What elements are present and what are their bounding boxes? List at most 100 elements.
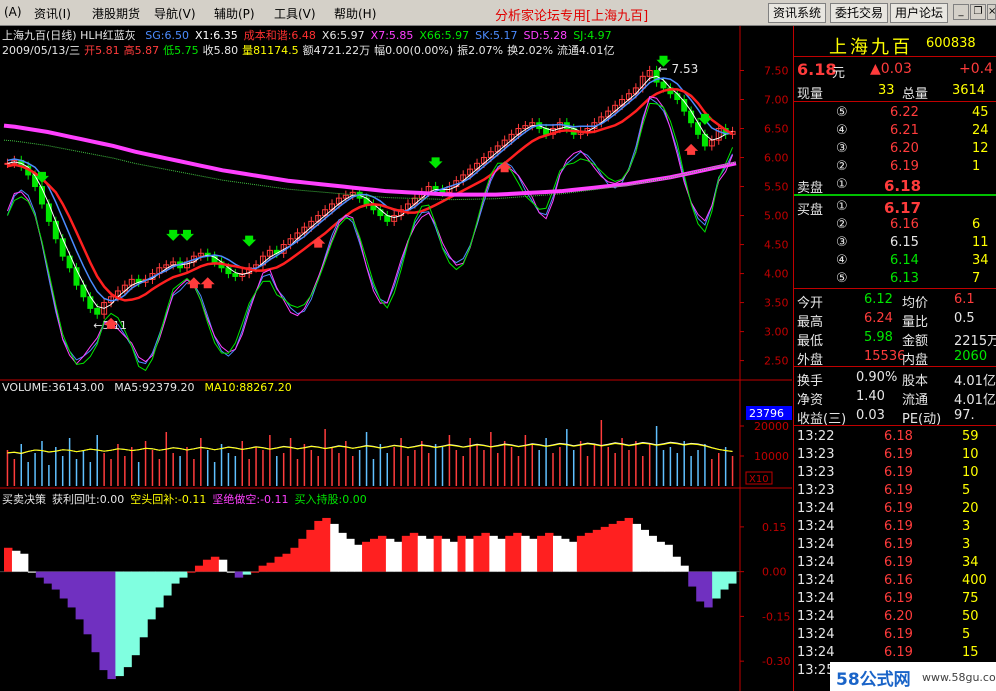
- stat-value: 0.03: [856, 408, 885, 423]
- decision-bar: [91, 571, 100, 653]
- indicator-value: X6:5.97: [321, 29, 365, 42]
- indicator-value: 流通4.01亿: [557, 44, 615, 57]
- tick-time: 13:24: [797, 519, 835, 534]
- decision-bar: [282, 553, 291, 572]
- tick-price: 6.19: [884, 591, 913, 606]
- ask-level: ③: [836, 141, 848, 156]
- stat-value: 0.90%: [856, 370, 898, 385]
- decision-bar: [473, 535, 482, 572]
- candle-body: [674, 93, 681, 101]
- decision-bar: [123, 571, 132, 668]
- decision-bar: [481, 532, 490, 572]
- trade-button[interactable]: 委托交易: [830, 3, 889, 23]
- indicator-value: 振2.07%: [457, 44, 504, 57]
- menu-item-assist[interactable]: 辅助(P): [214, 5, 255, 22]
- bid-price: 6.17: [884, 199, 922, 217]
- stat-row: 换手 0.90% 股本 4.01亿: [794, 369, 996, 389]
- tick-row: 13:23 6.19 10: [794, 464, 996, 482]
- chart-area[interactable]: ← 7.53←3.11 7.50 7.00 6.50 6.00 5.50 5.00 4.50…: [0, 26, 792, 691]
- y-tick-label: 2.50: [764, 355, 789, 368]
- decision-bar: [147, 571, 156, 620]
- tick-row: 13:24 6.19 3: [794, 518, 996, 536]
- close-icon[interactable]: ×: [987, 4, 996, 20]
- chart-title: 上海九百(日线) HLH红蓝灰: [2, 29, 136, 42]
- main-chart-header: 上海九百(日线) HLH红蓝灰 SG:6.50 X1:6.35 成本和谐:6.48 X…: [2, 27, 612, 43]
- buy-arrow-icon: [200, 277, 215, 289]
- stat-value: 6.24: [864, 311, 893, 326]
- menu-item-navigate[interactable]: 导航(V): [154, 5, 196, 22]
- tick-time: 13:24: [797, 537, 835, 552]
- quote-panel: 上海九百 600838 6.18 元 ▲0.03 +0.4 现量 33 总量 3…: [793, 26, 996, 691]
- menu-item-a[interactable]: (A): [4, 5, 22, 19]
- stat-row: 最低 5.98 金额 2215万: [794, 329, 996, 349]
- decision-bar: [179, 571, 188, 578]
- indicator-value: SK:5.17: [475, 29, 518, 42]
- menu-item-tools[interactable]: 工具(V): [274, 5, 316, 22]
- bid-row: ⑤ 6.13 7: [794, 270, 996, 288]
- candlestick-pane: ← 7.53←3.11: [3, 55, 737, 372]
- indicator-value: 买卖决策: [2, 493, 46, 506]
- sell-arrow-icon: [428, 157, 443, 169]
- decision-bar: [640, 529, 649, 572]
- book-divider: [794, 194, 996, 196]
- tick-time: 13:23: [797, 447, 835, 462]
- ask-row: ④ 6.21 24: [794, 122, 996, 140]
- decision-bar: [521, 535, 530, 572]
- decision-bar: [99, 571, 108, 671]
- y-tick-label: 7.50: [764, 65, 789, 78]
- ask-level: ②: [836, 159, 848, 174]
- minimize-icon[interactable]: _: [953, 4, 969, 20]
- stock-title-row: 上海九百 600838: [794, 32, 996, 58]
- info-system-button[interactable]: 资讯系统: [768, 3, 827, 23]
- tick-time: 13:22: [797, 429, 835, 444]
- decision-bar: [306, 529, 315, 572]
- menu-item-help[interactable]: 帮助(H): [334, 5, 376, 22]
- stat-row: 最高 6.24 量比 0.5: [794, 310, 996, 330]
- y-tick-label: -0.15: [762, 610, 790, 623]
- decision-bar: [59, 571, 69, 599]
- tick-time: 13:25: [797, 663, 835, 678]
- tick-price: 6.19: [884, 501, 913, 516]
- volume-indicators: VOLUME:36143.00 MA5:92379.20 MA10:88267.20: [2, 381, 292, 394]
- tick-price: 6.19: [884, 555, 913, 570]
- divider: [794, 56, 996, 57]
- indicator-value: SJ:4.97: [573, 29, 612, 42]
- y-tick-label: 4.50: [764, 239, 789, 252]
- unit-tag-text: X10: [749, 474, 769, 485]
- forum-button[interactable]: 用户论坛: [890, 3, 949, 23]
- decision-bar: [218, 559, 228, 572]
- decision-bar: [67, 571, 77, 608]
- menu-item-info[interactable]: 资讯(I): [34, 5, 71, 22]
- indicator-value: X66:5.97: [419, 29, 470, 42]
- decision-bar: [163, 571, 172, 596]
- bid-price: 6.16: [890, 217, 919, 232]
- tick-time: 13:23: [797, 483, 835, 498]
- bid-level: ②: [836, 217, 848, 232]
- ask-row: ③ 6.20 12: [794, 140, 996, 158]
- divider: [794, 425, 996, 426]
- tick-row: 13:23 6.19 10: [794, 446, 996, 464]
- stat-label: 量比: [902, 315, 929, 330]
- indicator-value: 高5.87: [123, 44, 160, 57]
- tick-row: 13:24 6.19 34: [794, 554, 996, 572]
- tick-row: 13:24 6.16 400: [794, 572, 996, 590]
- ask-price: 6.22: [890, 105, 919, 120]
- sell-arrow-icon: [180, 229, 194, 241]
- tick-volume: 34: [962, 555, 979, 570]
- volume-ma5-line: [7, 441, 733, 455]
- decision-bar: [712, 571, 721, 599]
- indicator-value: MA10:88267.20: [204, 381, 292, 394]
- restore-icon[interactable]: ❐: [970, 4, 986, 20]
- menu-item-hk-futures[interactable]: 港股期货: [92, 5, 140, 22]
- candle-body: [660, 81, 667, 89]
- decision-bar: [377, 535, 387, 572]
- decision-bar: [624, 517, 634, 572]
- decision-bar: [250, 571, 260, 573]
- y-tick-label: 0.00: [762, 566, 787, 579]
- price-row: 6.18 元 ▲0.03 +0.4: [794, 59, 996, 81]
- tick-price: 6.19: [884, 537, 913, 552]
- indicator-value: SG:6.50: [145, 29, 189, 42]
- chart-svg[interactable]: ← 7.53←3.11 7.50 7.00 6.50 6.00 5.50 5.00 4.50…: [0, 26, 792, 691]
- decision-bar: [187, 571, 196, 573]
- decision-bar: [545, 532, 554, 572]
